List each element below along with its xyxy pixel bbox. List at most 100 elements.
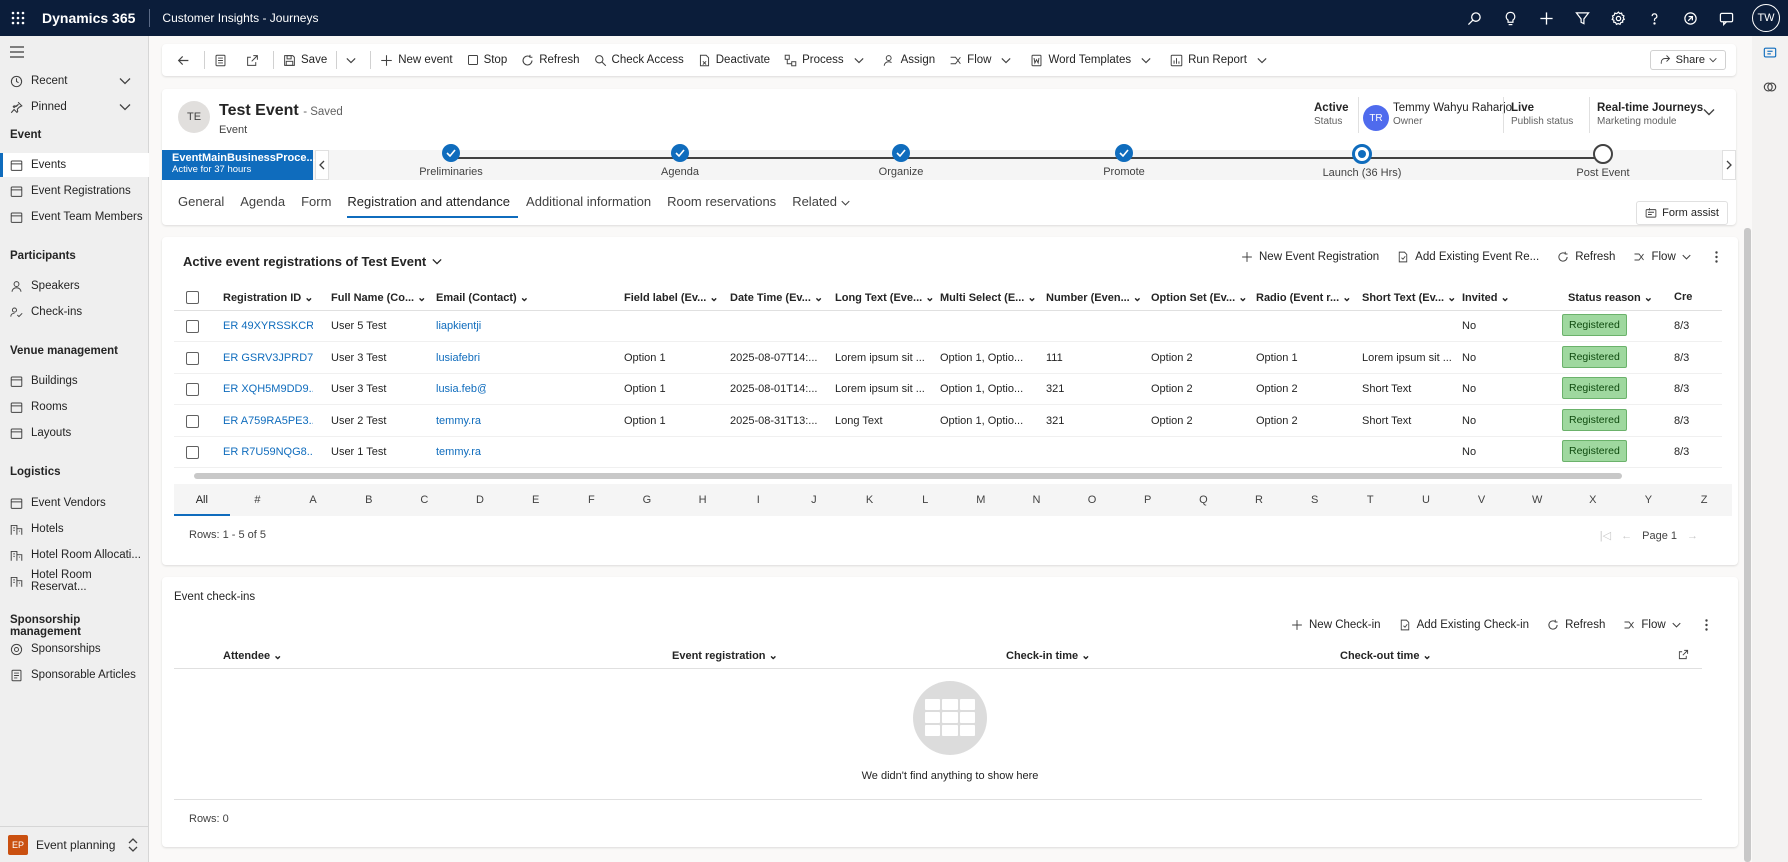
tab-general[interactable]: General xyxy=(178,192,232,218)
sidebar-item-hotel-room-reservations[interactable]: Hotel Room Reservat... xyxy=(0,569,149,593)
column-header-long-text[interactable]: Long Text (Eve... ⌄ xyxy=(835,291,934,304)
row-checkbox[interactable] xyxy=(186,383,199,396)
column-header-field-label[interactable]: Field label (Ev... ⌄ xyxy=(624,291,719,304)
email-link[interactable]: temmy.ra xyxy=(436,415,486,427)
vertical-scrollbar[interactable] xyxy=(1744,228,1751,862)
column-header-invited[interactable]: Invited ⌄ xyxy=(1462,291,1510,304)
assign-button[interactable]: Assign xyxy=(876,44,943,76)
sidebar-item-event-team-members[interactable]: Event Team Members xyxy=(0,205,149,229)
flow-button[interactable]: Flow xyxy=(942,44,1023,76)
table-row[interactable]: ER 49XYRSSKCR... User 5 Test liapkientji No… xyxy=(174,311,1722,342)
bpf-previous-button[interactable] xyxy=(315,150,329,180)
registrations-view-selector[interactable]: Active event registrations of Test Event xyxy=(183,254,442,269)
row-checkbox[interactable] xyxy=(186,320,199,333)
check-access-button[interactable]: Check Access xyxy=(587,44,691,76)
column-header-event-registration[interactable]: Event registration ⌄ xyxy=(672,649,778,662)
bpf-stage-organize[interactable]: Organize xyxy=(841,144,961,178)
alphabet-filter-item[interactable]: I xyxy=(730,484,786,516)
alphabet-filter-item[interactable]: Y xyxy=(1621,484,1677,516)
sidebar-item-speakers[interactable]: Speakers xyxy=(0,274,149,298)
table-row[interactable]: ER A759RA5PE3... User 2 Test temmy.ra Optio… xyxy=(174,406,1722,437)
registration-id-link[interactable]: ER A759RA5PE3... xyxy=(223,415,313,427)
alphabet-filter-item[interactable]: S xyxy=(1287,484,1343,516)
horizontal-scrollbar[interactable] xyxy=(194,473,1622,479)
new-check-in-button[interactable]: New Check-in xyxy=(1282,619,1390,631)
alphabet-filter-item[interactable]: Q xyxy=(1176,484,1232,516)
table-row[interactable]: ER R7U59NQG8... User 1 Test temmy.ra No Regi… xyxy=(174,437,1722,468)
column-header-short-text[interactable]: Short Text (Ev... ⌄ xyxy=(1362,291,1456,304)
alphabet-filter-item[interactable]: J xyxy=(786,484,842,516)
sidebar-item-check-ins[interactable]: Check-ins xyxy=(0,300,149,324)
app-name[interactable]: Dynamics 365 xyxy=(36,9,151,27)
sidebar-item-sponsorships[interactable]: Sponsorships xyxy=(0,637,149,661)
email-link[interactable]: temmy.ra xyxy=(436,446,486,458)
sidebar-item-sponsorable-articles[interactable]: Sponsorable Articles xyxy=(0,663,149,687)
alphabet-filter-item[interactable]: Z xyxy=(1676,484,1732,516)
area-switcher[interactable]: EP Event planning xyxy=(0,826,149,862)
add-existing-registration-button[interactable]: Add Existing Event Re... xyxy=(1388,251,1548,263)
form-assist-button[interactable]: Form assist xyxy=(1636,201,1728,225)
help-icon[interactable] xyxy=(1636,0,1672,36)
tab-registration-and-attendance[interactable]: Registration and attendance xyxy=(347,192,519,218)
tab-related[interactable]: Related xyxy=(792,192,857,218)
lightbulb-icon[interactable] xyxy=(1492,0,1528,36)
sidebar-item-event-vendors[interactable]: Event Vendors xyxy=(0,491,149,515)
chat-icon[interactable] xyxy=(1708,0,1744,36)
owner-link[interactable]: Temmy Wahyu Raharjo xyxy=(1393,102,1512,114)
more-commands-button[interactable] xyxy=(1706,251,1733,263)
sidebar-recent[interactable]: Recent xyxy=(0,69,149,93)
first-page-icon[interactable]: |◁ xyxy=(1600,529,1611,542)
alphabet-filter-item[interactable]: P xyxy=(1120,484,1176,516)
form-view-button[interactable] xyxy=(207,44,239,76)
table-row[interactable]: ER XQH5M9DD9... User 3 Test lusia.feb@ Opti… xyxy=(174,374,1722,405)
alphabet-filter-item[interactable]: M xyxy=(953,484,1009,516)
checkins-refresh-button[interactable]: Refresh xyxy=(1538,619,1614,631)
tab-room-reservations[interactable]: Room reservations xyxy=(667,192,784,218)
run-report-button[interactable]: Run Report xyxy=(1163,44,1279,76)
registration-id-link[interactable]: ER XQH5M9DD9... xyxy=(223,383,313,395)
email-link[interactable]: liapkientji xyxy=(436,320,486,332)
sidebar-item-events[interactable]: Events xyxy=(0,153,149,177)
alphabet-filter-item[interactable]: H xyxy=(675,484,731,516)
column-header-created[interactable]: Cre xyxy=(1674,291,1694,303)
column-header-status-reason[interactable]: Status reason ⌄ xyxy=(1568,291,1653,304)
column-header-number[interactable]: Number (Even... ⌄ xyxy=(1046,291,1142,304)
filter-icon[interactable] xyxy=(1564,0,1600,36)
column-header-full-name[interactable]: Full Name (Co... ⌄ xyxy=(331,291,426,304)
word-templates-button[interactable]: Word Templates xyxy=(1023,44,1163,76)
registrations-flow-button[interactable]: Flow xyxy=(1624,251,1705,263)
alphabet-filter-item[interactable]: E xyxy=(508,484,564,516)
alphabet-filter-item[interactable]: # xyxy=(230,484,286,516)
search-icon[interactable] xyxy=(1456,0,1492,36)
row-checkbox[interactable] xyxy=(186,414,199,428)
table-row[interactable]: ER GSRV3JPRD7... User 3 Test lusiafebri Opt… xyxy=(174,343,1722,374)
row-checkbox[interactable] xyxy=(186,446,199,459)
alphabet-filter-item[interactable]: R xyxy=(1231,484,1287,516)
app-launcher-icon[interactable] xyxy=(0,0,36,36)
bpf-stage-promote[interactable]: Promote xyxy=(1064,144,1184,178)
process-button[interactable]: Process xyxy=(777,44,876,76)
registration-id-link[interactable]: ER 49XYRSSKCR... xyxy=(223,320,313,332)
row-checkbox[interactable] xyxy=(186,351,199,365)
column-header-check-out-time[interactable]: Check-out time ⌄ xyxy=(1340,649,1432,662)
email-link[interactable]: lusia.feb@ xyxy=(436,383,486,395)
hamburger-menu-icon[interactable] xyxy=(10,46,24,61)
column-header-date-time[interactable]: Date Time (Ev... ⌄ xyxy=(730,291,823,304)
bpf-active-process[interactable]: EventMainBusinessProce... Active for 37 … xyxy=(162,150,316,180)
bpf-stage-agenda[interactable]: Agenda xyxy=(620,144,740,178)
sidebar-item-event-registrations[interactable]: Event Registrations xyxy=(0,179,149,203)
email-link[interactable]: lusiafebri xyxy=(436,352,486,364)
alphabet-filter-item[interactable]: O xyxy=(1064,484,1120,516)
sidebar-item-hotel-room-allocations[interactable]: Hotel Room Allocati... xyxy=(0,543,149,567)
open-new-window-button[interactable] xyxy=(239,44,271,76)
alphabet-filter-item[interactable]: A xyxy=(285,484,341,516)
alphabet-filter-item[interactable]: F xyxy=(563,484,619,516)
column-header-multi-select[interactable]: Multi Select (E... ⌄ xyxy=(940,291,1037,304)
column-header-radio[interactable]: Radio (Event r... ⌄ xyxy=(1256,291,1351,304)
sidebar-item-rooms[interactable]: Rooms xyxy=(0,395,149,419)
user-avatar[interactable]: TW xyxy=(1752,4,1780,32)
tab-additional-information[interactable]: Additional information xyxy=(526,192,659,218)
tab-form[interactable]: Form xyxy=(301,192,339,218)
alphabet-filter-item[interactable]: G xyxy=(619,484,675,516)
apps-pane-icon[interactable] xyxy=(1763,46,1777,63)
